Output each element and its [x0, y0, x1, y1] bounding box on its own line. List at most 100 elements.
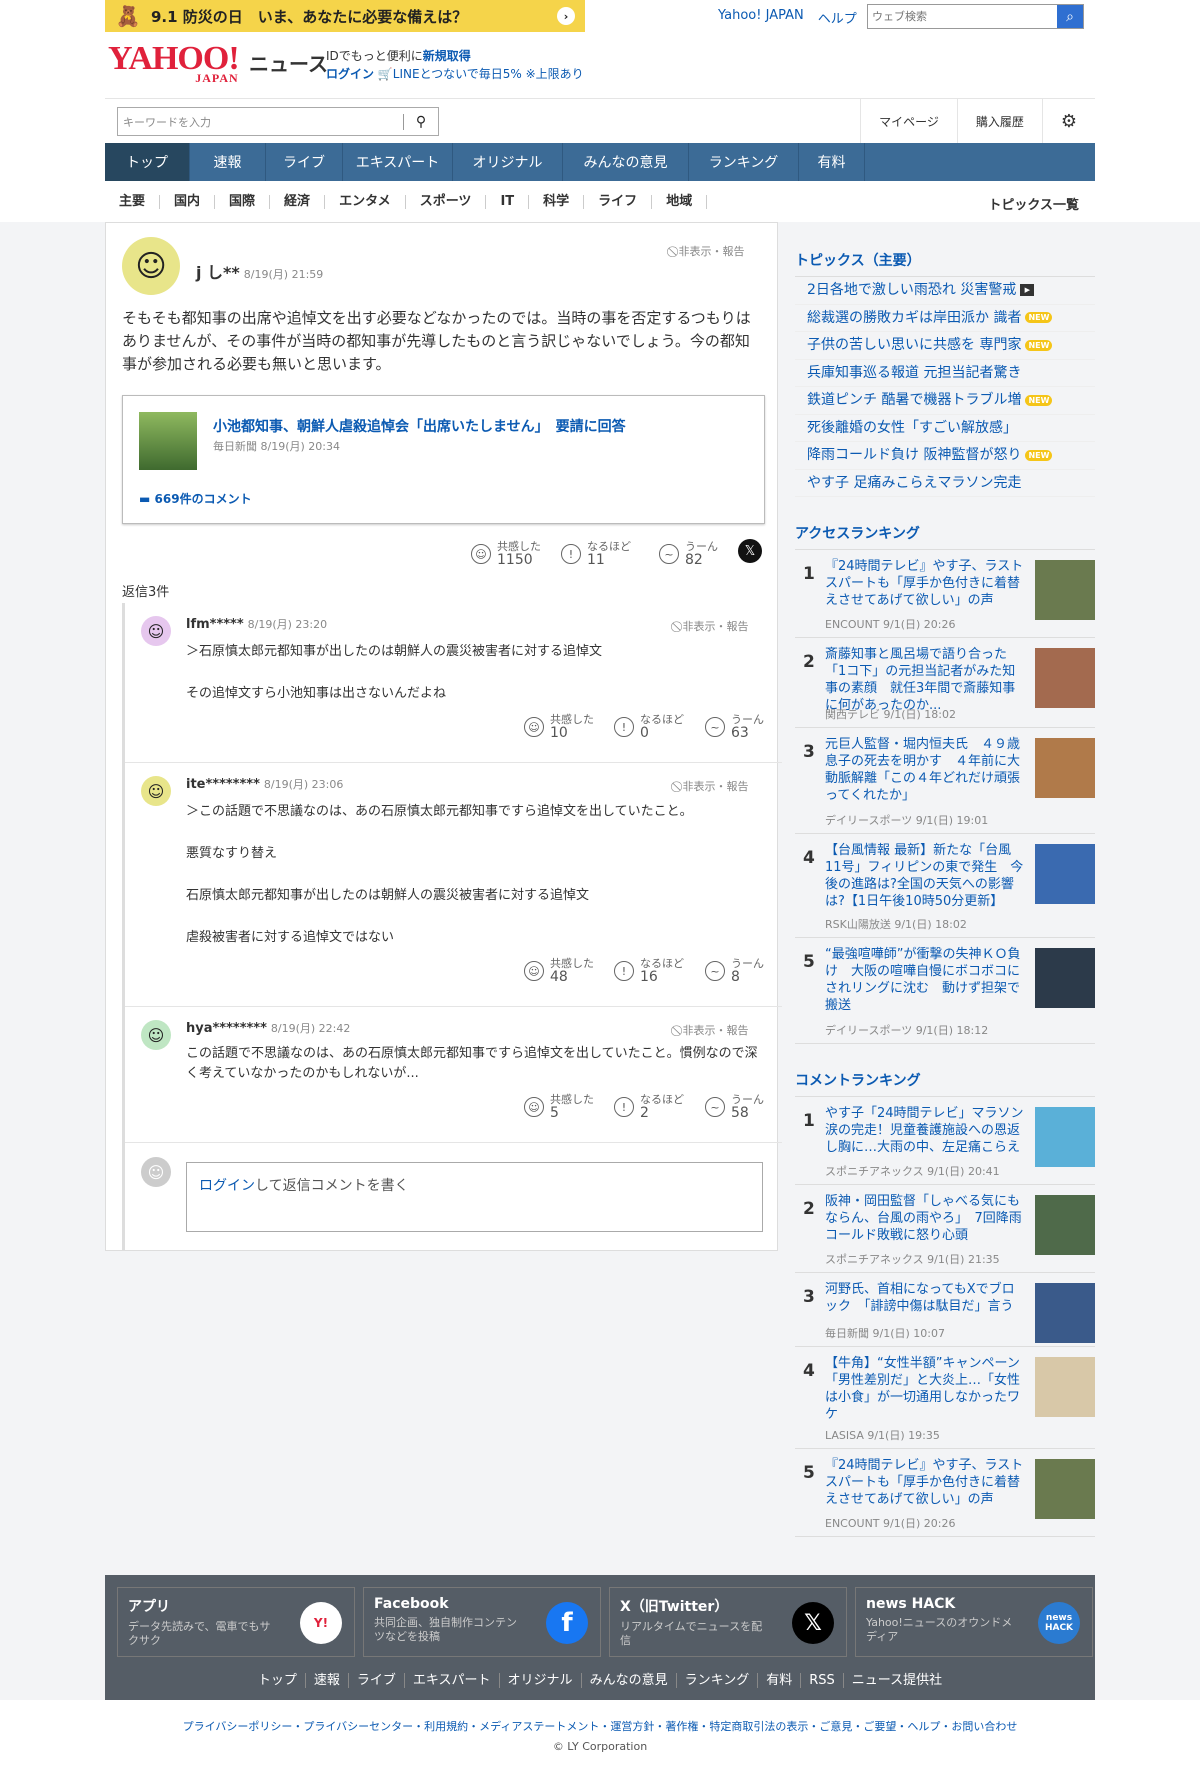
disaster-day-banner[interactable]: 🧸 9.1 防災の日 いま、あなたに必要な備えは？ › — [105, 0, 585, 32]
ranking-item[interactable]: 4 【牛角】“女性半額”キャンペーン「男性差別だ」と大炎上…「女性は小食」が一切通… — [795, 1347, 1095, 1449]
tab-paid[interactable]: 有料 — [799, 143, 865, 181]
signup-link[interactable]: 新規取得 — [423, 49, 471, 63]
footer-link[interactable]: ライブ — [348, 1673, 405, 1688]
footer-link[interactable]: 速報 — [305, 1673, 349, 1688]
footer-x[interactable]: X（旧Twitter） リアルタイムでニュースを配信 𝕏 — [609, 1587, 847, 1657]
footer-app[interactable]: アプリ データ先読みで、電車でもサクサク Y! — [117, 1587, 355, 1657]
cat-main[interactable]: 主要 — [105, 194, 161, 209]
empathy-button[interactable]: ☺ 共感した 10 — [524, 713, 594, 741]
web-search-input[interactable] — [868, 5, 1057, 28]
cat-sports[interactable]: スポーツ — [406, 194, 487, 209]
comment-author[interactable]: j し** 8/19(月) 21:59 — [196, 259, 323, 283]
avatar[interactable]: ☺ — [122, 237, 180, 295]
ranking-item[interactable]: 5 『24時間テレビ』やす子、ラストスパートも「厚手か色付きに着替えさせてあげて欲… — [795, 1449, 1095, 1537]
article-comments-link[interactable]: ▬ 669件のコメント — [139, 490, 252, 507]
x-share-icon[interactable]: 𝕏 — [738, 539, 762, 563]
keyword-search[interactable]: キーワードを入力 ⚲ — [117, 107, 439, 136]
hmm-button[interactable]: ~ うーん 58 — [705, 1093, 764, 1121]
footer-link[interactable]: エキスパート — [404, 1673, 500, 1688]
hmm-button[interactable]: ~ うーん 63 — [705, 713, 764, 741]
empathy-button[interactable]: ☺ 共感した 48 — [524, 957, 594, 985]
topics-title[interactable]: トピックス（主要） — [795, 222, 1095, 277]
tab-ranking[interactable]: ランキング — [689, 143, 799, 181]
ranking-item[interactable]: 2 斎藤知事と風呂場で語り合った「1コ下」の元担当記者がみた知事の素顔 就任3年間… — [795, 638, 1095, 728]
reply-input[interactable]: ログインして返信コメントを書く — [186, 1162, 763, 1232]
ranking-item[interactable]: 3 元巨人監督・堀内恒夫氏 ４９歳息子の死去を明かす ４年前に大動脈解離「この４年… — [795, 728, 1095, 834]
keyword-input[interactable]: キーワードを入力 — [118, 114, 403, 130]
avatar[interactable]: ☺ — [141, 1020, 171, 1050]
hide-report-link[interactable]: ⃠ 非表示・報告 — [675, 243, 745, 259]
topic-item[interactable]: 兵庫知事巡る報道 元担当記者驚き — [795, 360, 1095, 387]
rank-title[interactable]: やす子「24時間テレビ」マラソン涙の完走！児童養護施設への恩返し胸に…大雨の中、… — [825, 1105, 1025, 1156]
footer-link[interactable]: RSS — [801, 1673, 844, 1688]
help-link[interactable]: ヘルプ — [818, 8, 857, 27]
login-link[interactable]: ログイン — [326, 67, 374, 81]
footer-link[interactable]: ランキング — [676, 1673, 759, 1688]
cat-entertainment[interactable]: エンタメ — [325, 194, 406, 209]
hide-report-link[interactable]: ⃠ 非表示・報告 — [679, 1022, 749, 1038]
avatar[interactable]: ☺ — [141, 776, 171, 806]
tab-live[interactable]: ライブ — [266, 143, 343, 181]
hmm-button[interactable]: ~ うーん 8 — [705, 957, 764, 985]
footer-facebook[interactable]: Facebook 共同企画、独自制作コンテンツなどを投稿 f — [363, 1587, 601, 1657]
footer-link[interactable]: オリジナル — [499, 1673, 582, 1688]
access-ranking-title[interactable]: アクセスランキング — [795, 497, 1095, 550]
rank-title[interactable]: 【牛角】“女性半額”キャンペーン「男性差別だ」と大炎上…「女性は小食」が一切通用… — [825, 1355, 1025, 1423]
ranking-item[interactable]: 3 河野氏、首相になってもXでブロック 「誹謗中傷は駄目だ」言う 毎日新聞 9/1(… — [795, 1273, 1095, 1347]
rank-title[interactable]: “最強喧嘩師”が衝撃の失神ＫＯ負け 大阪の喧嘩自慢にボコボコにされリングに沈む … — [825, 946, 1025, 1014]
footer-newshack[interactable]: news HACK Yahoo!ニュースのオウンドメディア news HACK — [855, 1587, 1093, 1657]
comment-ranking-title[interactable]: コメントランキング — [795, 1044, 1095, 1097]
ranking-item[interactable]: 1 『24時間テレビ』やす子、ラストスパートも「厚手か色付きに着替えさせてあげて欲… — [795, 550, 1095, 638]
cat-world[interactable]: 国際 — [215, 194, 271, 209]
article-title[interactable]: 小池都知事、朝鮮人虐殺追悼会「出席いたしません」 要請に回答 — [213, 416, 626, 436]
rank-title[interactable]: 【台風情報 最新】新たな「台風11号」フィリピンの東で発生 今後の進路は?全国の… — [825, 842, 1025, 910]
topic-item[interactable]: 2日各地で激しい雨恐れ 災害警戒 ▶ — [795, 277, 1095, 305]
rank-title[interactable]: 『24時間テレビ』やす子、ラストスパートも「厚手か色付きに着替えさせてあげて欲し… — [825, 1457, 1025, 1508]
legal-links[interactable]: プライバシーポリシー・プライバシーセンター・利用規約・メディアステートメント・運… — [0, 1718, 1200, 1734]
cat-economy[interactable]: 経済 — [270, 194, 326, 209]
purchase-history-button[interactable]: 購入履歴 — [956, 99, 1042, 143]
ranking-item[interactable]: 5 “最強喧嘩師”が衝撃の失神ＫＯ負け 大阪の喧嘩自慢にボコボコにされリングに沈む… — [795, 938, 1095, 1044]
topic-item[interactable]: 鉄道ピンチ 酷暑で機器トラブル増 NEW — [795, 387, 1095, 415]
tab-original[interactable]: オリジナル — [453, 143, 563, 181]
footer-link[interactable]: 有料 — [758, 1673, 802, 1688]
footer-link[interactable]: トップ — [249, 1673, 306, 1688]
topic-item[interactable]: 降雨コールド負け 阪神監督が怒り NEW — [795, 442, 1095, 470]
ranking-item[interactable]: 4 【台風情報 最新】新たな「台風11号」フィリピンの東で発生 今後の進路は?全国… — [795, 834, 1095, 938]
login-link[interactable]: ログイン — [199, 1178, 255, 1194]
topics-list-link[interactable]: トピックス一覧 — [988, 194, 1079, 213]
gear-icon[interactable]: ⚙ — [1041, 99, 1095, 143]
yahoo-japan-link[interactable]: Yahoo! JAPAN — [718, 8, 804, 27]
ranking-item[interactable]: 1 やす子「24時間テレビ」マラソン涙の完走！児童養護施設への恩返し胸に…大雨の中… — [795, 1097, 1095, 1185]
ranking-item[interactable]: 2 阪神・岡田監督「しゃべる気にもならん、台風の雨やろ」 7回降雨コールド敗戦に怒… — [795, 1185, 1095, 1273]
insight-button[interactable]: ! なるほど 16 — [614, 957, 684, 985]
tab-opinion[interactable]: みんなの意見 — [563, 143, 689, 181]
tab-expert[interactable]: エキスパート — [343, 143, 453, 181]
tab-breaking[interactable]: 速報 — [190, 143, 266, 181]
search-icon[interactable]: ⚲ — [404, 114, 438, 130]
topic-item[interactable]: 死後離婚の女性「すごい解放感」 — [795, 415, 1095, 442]
rank-title[interactable]: 元巨人監督・堀内恒夫氏 ４９歳息子の死去を明かす ４年前に大動脈解離「この４年ど… — [825, 736, 1025, 804]
cat-region[interactable]: 地域 — [652, 194, 708, 209]
linked-article[interactable]: 小池都知事、朝鮮人虐殺追悼会「出席いたしません」 要請に回答 毎日新聞 8/19… — [122, 395, 765, 524]
tab-top[interactable]: トップ — [105, 143, 190, 181]
topic-item[interactable]: 総裁選の勝敗カギは岸田派か 識者 NEW — [795, 305, 1095, 332]
rank-title[interactable]: 斎藤知事と風呂場で語り合った「1コ下」の元担当記者がみた知事の素顔 就任3年間で… — [825, 646, 1025, 714]
empathy-button[interactable]: ☺ 共感した 1150 — [471, 540, 541, 568]
rank-title[interactable]: 阪神・岡田監督「しゃべる気にもならん、台風の雨やろ」 7回降雨コールド敗戦に怒り… — [825, 1193, 1025, 1244]
cat-science[interactable]: 科学 — [529, 194, 585, 209]
yahoo-logo[interactable]: YAHOO! JAPAN — [108, 42, 240, 85]
topic-item[interactable]: 子供の苦しい思いに共感を 専門家 NEW — [795, 332, 1095, 360]
hide-report-link[interactable]: ⃠ 非表示・報告 — [679, 778, 749, 794]
mypage-button[interactable]: マイページ — [860, 99, 957, 143]
empathy-button[interactable]: ☺ 共感した 5 — [524, 1093, 594, 1121]
line-promo-link[interactable]: LINEとつないで毎日5% ※上限あり — [393, 67, 584, 81]
news-logo[interactable]: ニュース — [249, 48, 328, 77]
rank-title[interactable]: 河野氏、首相になってもXでブロック 「誹謗中傷は駄目だ」言う — [825, 1281, 1025, 1315]
insight-button[interactable]: ! なるほど 11 — [561, 540, 631, 568]
hide-report-link[interactable]: ⃠ 非表示・報告 — [679, 618, 749, 634]
insight-button[interactable]: ! なるほど 0 — [614, 713, 684, 741]
reply-author[interactable]: ite******** 8/19(月) 23:06 — [186, 776, 343, 792]
footer-link[interactable]: ニュース提供社 — [844, 1673, 950, 1688]
footer-link[interactable]: みんなの意見 — [581, 1673, 677, 1688]
